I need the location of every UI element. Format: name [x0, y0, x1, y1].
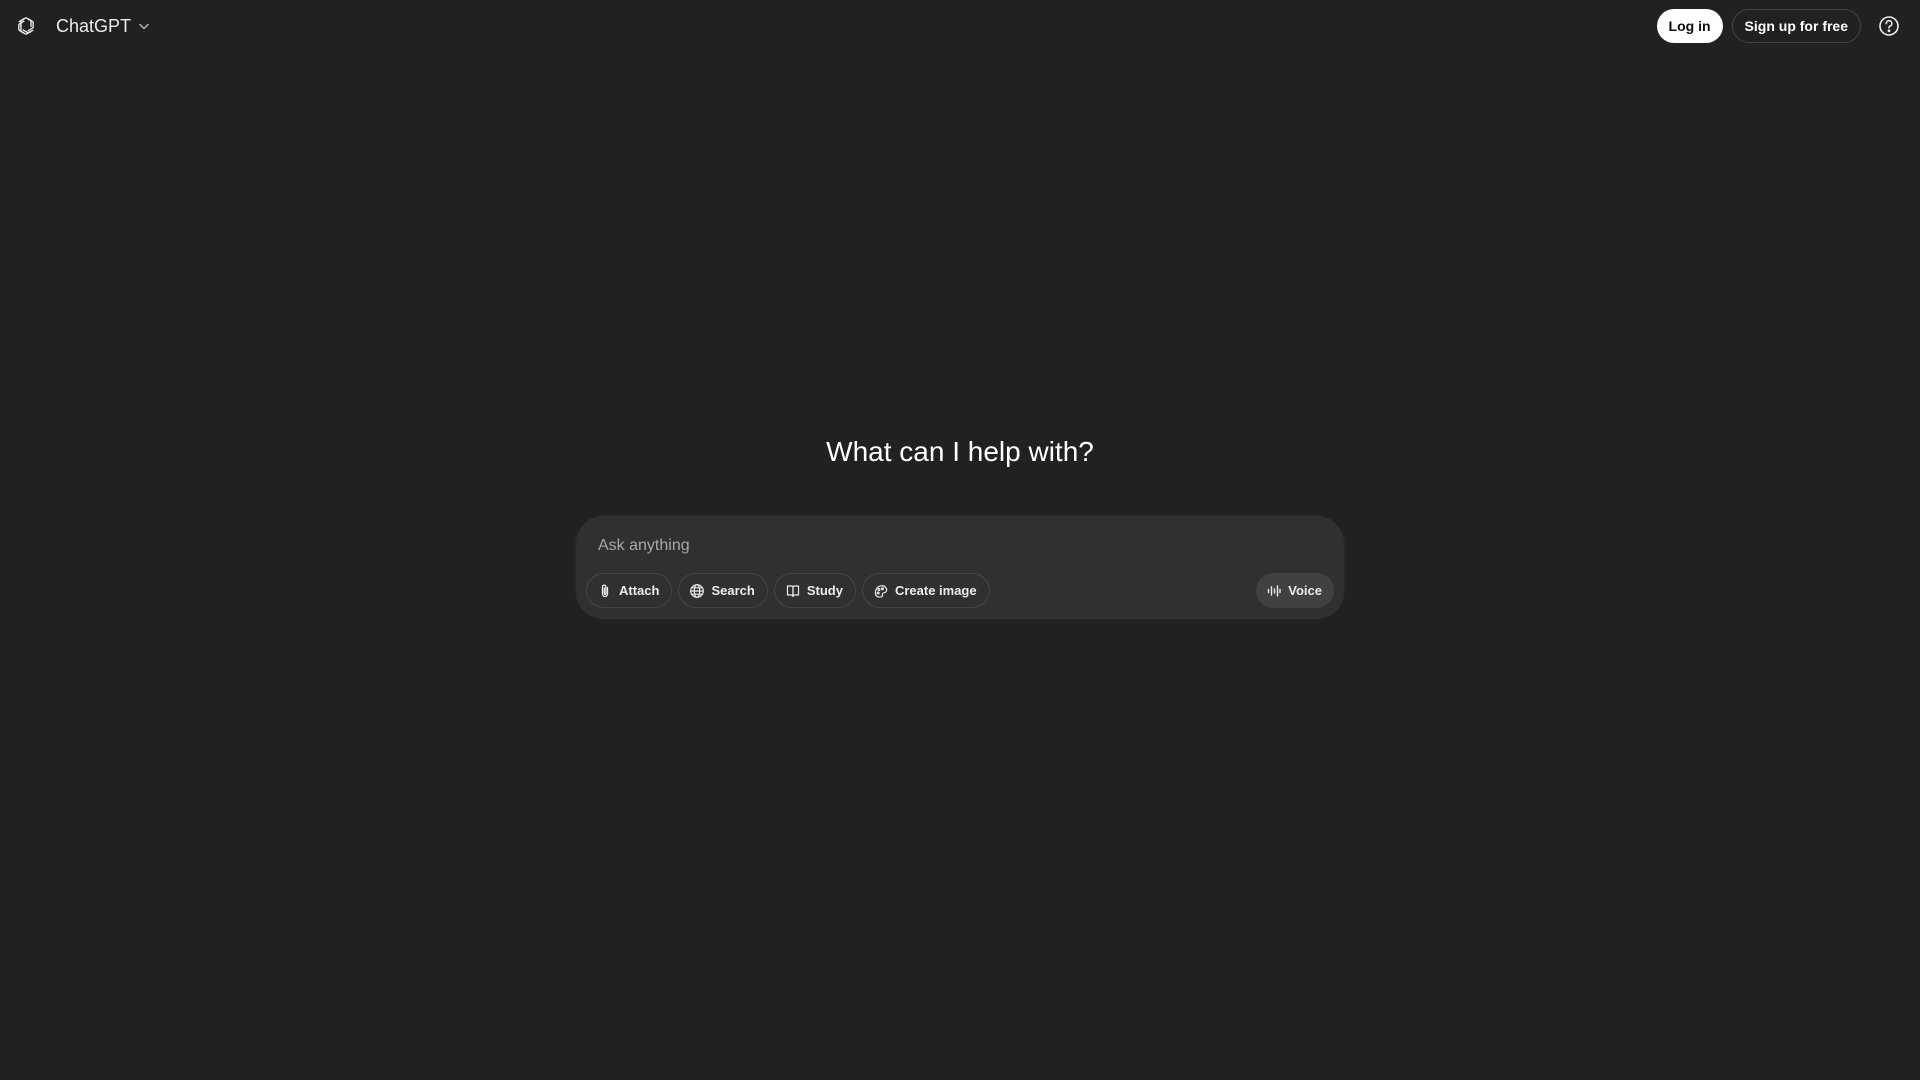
voice-label: Voice — [1288, 583, 1322, 598]
search-button[interactable]: Search — [678, 573, 768, 608]
composer-tools: Attach Search Study Create image — [586, 573, 990, 608]
image-create-icon — [874, 584, 888, 598]
header-left: ChatGPT — [14, 10, 155, 43]
search-label: Search — [711, 583, 755, 598]
attach-label: Attach — [619, 583, 660, 598]
header-right: Log in Sign up for free — [1656, 9, 1906, 43]
create-image-button[interactable]: Create image — [861, 573, 990, 608]
voice-button[interactable]: Voice — [1256, 573, 1334, 608]
study-button[interactable]: Study — [773, 573, 856, 608]
page-headline: What can I help with? — [826, 436, 1094, 467]
top-bar: ChatGPT Log in Sign up for free — [0, 0, 1920, 52]
create-image-label: Create image — [894, 583, 977, 598]
signup-button[interactable]: Sign up for free — [1731, 9, 1861, 43]
openai-logo-icon[interactable] — [14, 14, 38, 38]
prompt-composer: Attach Search Study Create im — [576, 516, 1344, 619]
globe-icon — [690, 583, 705, 598]
login-button[interactable]: Log in — [1656, 9, 1723, 43]
brand-name: ChatGPT — [56, 15, 132, 36]
model-switcher[interactable]: ChatGPT — [52, 10, 155, 43]
chevron-down-icon — [137, 19, 151, 33]
book-icon — [786, 584, 799, 597]
study-label: Study — [806, 583, 843, 598]
attach-button[interactable]: Attach — [586, 573, 673, 608]
paperclip-icon — [601, 584, 609, 597]
voice-waveform-icon — [1268, 584, 1281, 597]
prompt-input[interactable] — [596, 534, 1296, 558]
help-circle-icon[interactable] — [1872, 9, 1906, 43]
